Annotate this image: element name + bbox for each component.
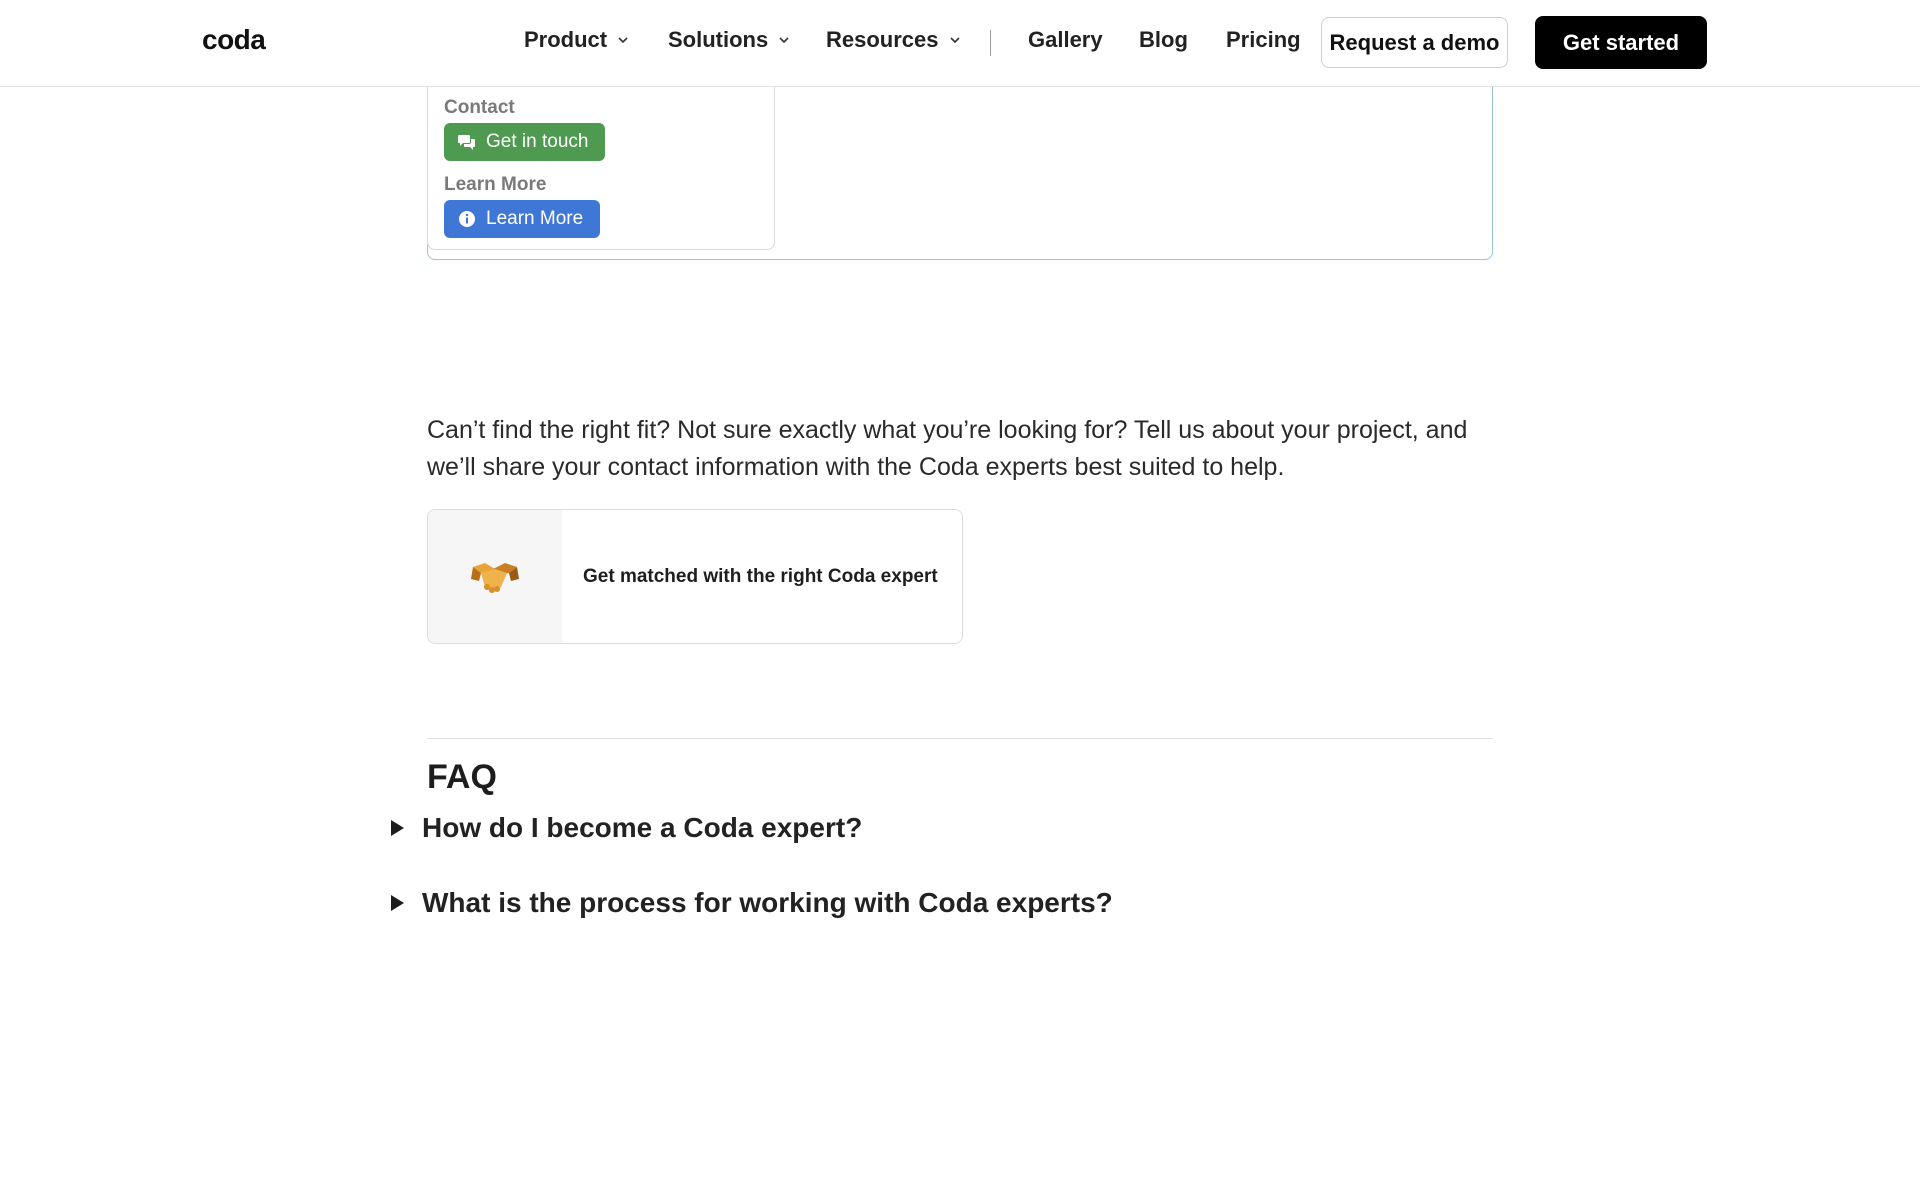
get-matched-label: Get matched with the right Coda expert — [583, 565, 938, 587]
get-matched-card[interactable]: Get matched with the right Coda expert — [427, 509, 963, 644]
disclosure-triangle-icon — [391, 895, 404, 911]
request-demo-button[interactable]: Request a demo — [1321, 17, 1508, 68]
get-in-touch-button[interactable]: Get in touch — [444, 123, 606, 161]
intro-paragraph: Can’t find the right fit? Not sure exact… — [427, 416, 1468, 481]
faq-heading: FAQ — [427, 758, 497, 796]
faq-item-become-expert[interactable]: How do I become a Coda expert? — [391, 812, 862, 844]
nav-link-gallery[interactable]: Gallery — [1028, 27, 1103, 53]
contact-field-label: Contact — [444, 97, 515, 118]
get-in-touch-label: Get in touch — [486, 131, 589, 152]
top-navigation: coda Product Solutions Resources Gallery… — [0, 0, 1920, 87]
nav-divider — [990, 30, 991, 56]
nav-product[interactable]: Product — [524, 27, 629, 53]
faq-item-working-process[interactable]: What is the process for working with Cod… — [391, 887, 1113, 919]
chevron-down-icon — [949, 37, 960, 44]
section-divider — [427, 738, 1493, 739]
disclosure-triangle-icon — [391, 820, 404, 836]
nav-resources[interactable]: Resources — [826, 27, 961, 53]
faq-question: How do I become a Coda expert? — [422, 812, 863, 843]
coda-logo[interactable]: coda — [202, 24, 266, 56]
learn-more-field-label: Learn More — [444, 174, 547, 195]
nav-product-label: Product — [524, 27, 608, 52]
handshake-icon — [471, 562, 519, 593]
faq-question: What is the process for working with Cod… — [422, 887, 1113, 918]
nav-solutions[interactable]: Solutions — [668, 27, 790, 53]
learn-more-button[interactable]: Learn More — [444, 200, 601, 238]
learn-more-label: Learn More — [486, 208, 584, 229]
nav-link-blog[interactable]: Blog — [1139, 27, 1188, 53]
get-started-button[interactable]: Get started — [1535, 16, 1707, 69]
match-icon-container — [428, 510, 562, 643]
nav-resources-label: Resources — [826, 27, 939, 52]
chat-bubbles-icon — [458, 135, 475, 150]
info-icon — [459, 211, 475, 227]
nav-link-pricing[interactable]: Pricing — [1226, 27, 1301, 53]
chevron-down-icon — [779, 37, 789, 44]
chevron-down-icon — [618, 37, 628, 44]
nav-solutions-label: Solutions — [668, 27, 769, 52]
